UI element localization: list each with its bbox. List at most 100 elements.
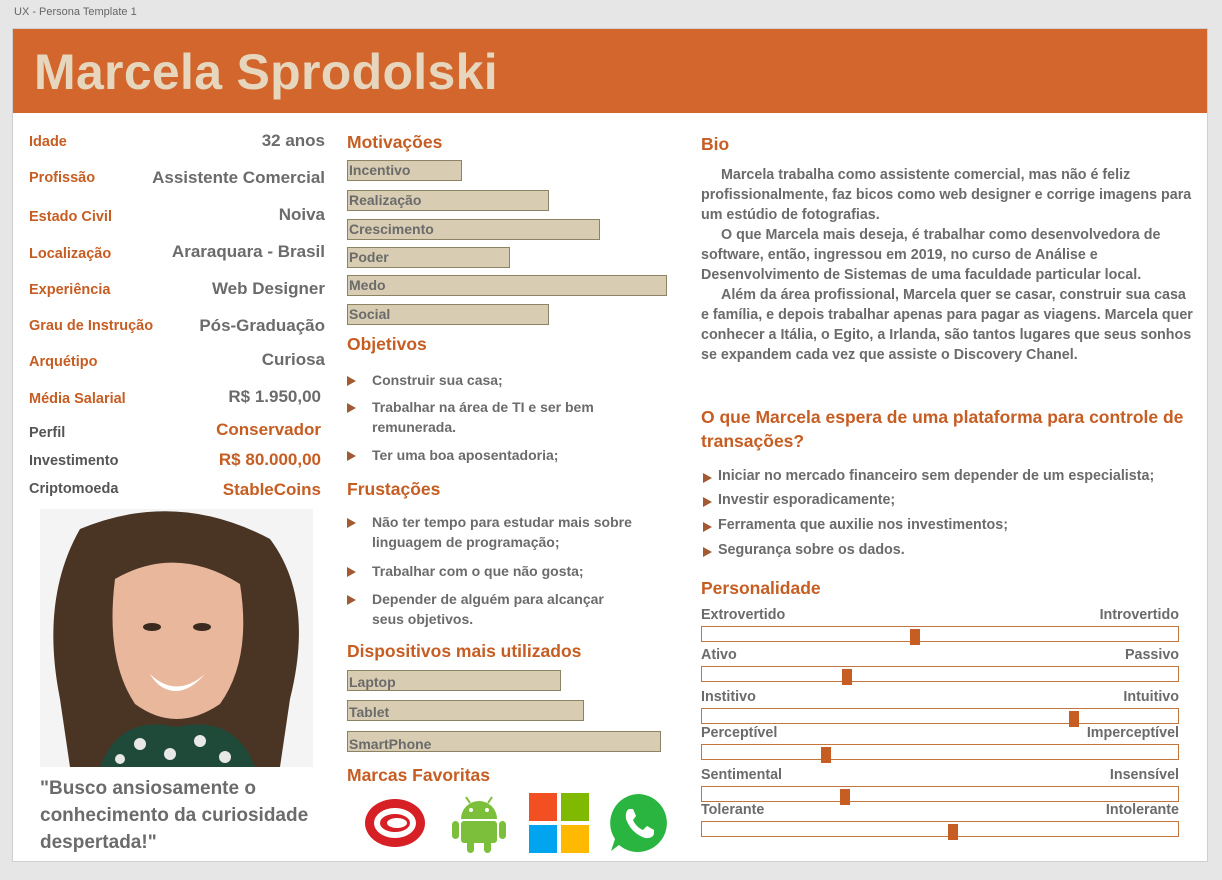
bio-paragraph: O que Marcela mais deseja, é trabalhar c… [701, 227, 1161, 283]
bullet-triangle-icon [347, 518, 356, 528]
bullet-triangle-icon [347, 403, 356, 413]
fact-value: Pós-Graduação [199, 316, 325, 335]
device-label: SmartPhone [349, 736, 432, 752]
bullet-triangle-icon [703, 497, 712, 507]
bio-title: Bio [701, 134, 730, 154]
scale-right-label: Intolerante [1105, 802, 1179, 818]
persona-quote: "Busco ansiosamente o conhecimento da cu… [40, 778, 309, 853]
motivation-label: Poder [349, 249, 389, 265]
frustrations-title: Frustações [347, 479, 441, 499]
brands-title: Marcas Favoritas [347, 765, 490, 785]
motivation-bar: Poder [347, 247, 510, 268]
fact-row: Localização Araraquara - Brasil [13, 242, 333, 269]
fact-row: Estado Civil Noiva [13, 205, 333, 232]
investor-key: Perfil [29, 425, 66, 441]
scale-track [701, 708, 1179, 727]
fact-value: Curiosa [261, 350, 325, 369]
investor-value: Conservador [216, 420, 321, 439]
device-bar: SmartPhone [347, 731, 661, 752]
personality-title: Personalidade [701, 578, 821, 598]
fact-value: Noiva [278, 205, 325, 224]
investor-key: Criptomoeda [29, 481, 119, 497]
bullet-triangle-icon [347, 595, 356, 605]
fact-row: Profissão Assistente Comercial [13, 168, 333, 193]
fact-value: 32 anos [261, 131, 325, 150]
device-bar: Tablet [347, 700, 584, 721]
personality-scale: Extrovertido Introvertido [701, 607, 1179, 645]
bio-paragraph: Além da área profissional, Marcela quer … [701, 287, 1193, 363]
investor-key: Investimento [29, 453, 119, 469]
fact-row: Média Salarial R$ 1.950,00 [13, 387, 333, 414]
scale-track [701, 666, 1179, 685]
device-label: Laptop [349, 674, 396, 690]
investor-value: StableCoins [222, 480, 321, 499]
scale-left-label: Perceptível [701, 725, 778, 741]
investor-row: Criptomoeda StableCoins [13, 480, 333, 504]
adobe-creative-cloud-icon [365, 799, 425, 847]
scale-marker [910, 629, 920, 645]
scale-track [701, 821, 1179, 840]
scale-left-label: Sentimental [701, 767, 783, 783]
scale-track [701, 626, 1179, 645]
scale-marker [842, 669, 852, 685]
expectations-title: O que Marcela espera de uma plataforma p… [701, 407, 1184, 451]
personality-scale: Tolerante Intolerante [701, 802, 1179, 840]
motivation-bar: Crescimento [347, 219, 600, 240]
motivations-title: Motivações [347, 132, 443, 152]
fact-key: Estado Civil [29, 209, 112, 225]
scale-track [701, 786, 1179, 805]
fact-value: Assistente Comercial [152, 168, 325, 187]
fact-row: Arquétipo Curiosa [13, 350, 333, 377]
fact-key: Experiência [29, 282, 111, 298]
motivation-label: Medo [349, 277, 386, 293]
investor-row: Investimento R$ 80.000,00 [13, 450, 333, 476]
persona-card: Marcela Sprodolski Idade 32 anos Profissã… [12, 28, 1208, 862]
persona-name: Marcela Sprodolski [34, 44, 498, 100]
fact-key: Idade [29, 134, 67, 150]
bio-text: Marcela trabalha como assistente comerci… [701, 165, 1197, 365]
motivation-label: Realização [349, 192, 422, 208]
objectives-title: Objetivos [347, 334, 427, 354]
scale-left-label: Tolerante [701, 802, 765, 818]
motivation-label: Crescimento [349, 221, 434, 237]
fact-key: Profissão [29, 170, 96, 186]
scale-left-label: Extrovertido [701, 607, 786, 623]
motivation-bar: Realização [347, 190, 549, 211]
scale-right-label: Imperceptível [1086, 725, 1179, 741]
window-title: UX - Persona Template 1 [14, 6, 137, 18]
bullet-triangle-icon [703, 547, 712, 557]
device-bar: Laptop [347, 670, 561, 691]
personality-scale: Institivo Intuitivo [701, 689, 1179, 727]
scale-right-label: Introvertido [1099, 607, 1179, 623]
scale-track [701, 744, 1179, 763]
investor-value: R$ 80.000,00 [218, 450, 321, 469]
persona-header: Marcela Sprodolski [13, 29, 1207, 113]
persona-photo [40, 509, 313, 767]
fact-value: Web Designer [211, 279, 325, 298]
motivation-label: Social [349, 306, 391, 322]
device-label: Tablet [349, 704, 390, 720]
devices-title: Dispositivos mais utilizados [347, 641, 582, 661]
bullet-triangle-icon [347, 451, 356, 461]
fact-key: Grau de Instrução [29, 318, 154, 334]
bullet-triangle-icon [703, 473, 712, 483]
bio-paragraph: Marcela trabalha como assistente comerci… [701, 167, 1192, 223]
scale-right-label: Insensível [1109, 767, 1179, 783]
investor-row: Perfil Conservador [13, 420, 333, 448]
personality-scale: Sentimental Insensível [701, 767, 1179, 805]
persona-photo-illustration [40, 509, 313, 767]
microsoft-icon [529, 793, 589, 853]
motivation-bar: Incentivo [347, 160, 462, 181]
fact-value: Araraquara - Brasil [171, 242, 325, 261]
motivation-bar: Medo [347, 275, 667, 296]
bullet-triangle-icon [703, 522, 712, 532]
bullet-triangle-icon [347, 567, 356, 577]
fact-row: Experiência Web Designer [13, 279, 333, 305]
personality-scale: Perceptível Imperceptível [701, 725, 1179, 763]
scale-marker [948, 824, 958, 840]
scale-marker [821, 747, 831, 763]
scale-left-label: Ativo [701, 647, 737, 663]
whatsapp-icon [610, 794, 667, 852]
scale-right-label: Intuitivo [1123, 689, 1179, 705]
fact-value: R$ 1.950,00 [228, 387, 321, 406]
